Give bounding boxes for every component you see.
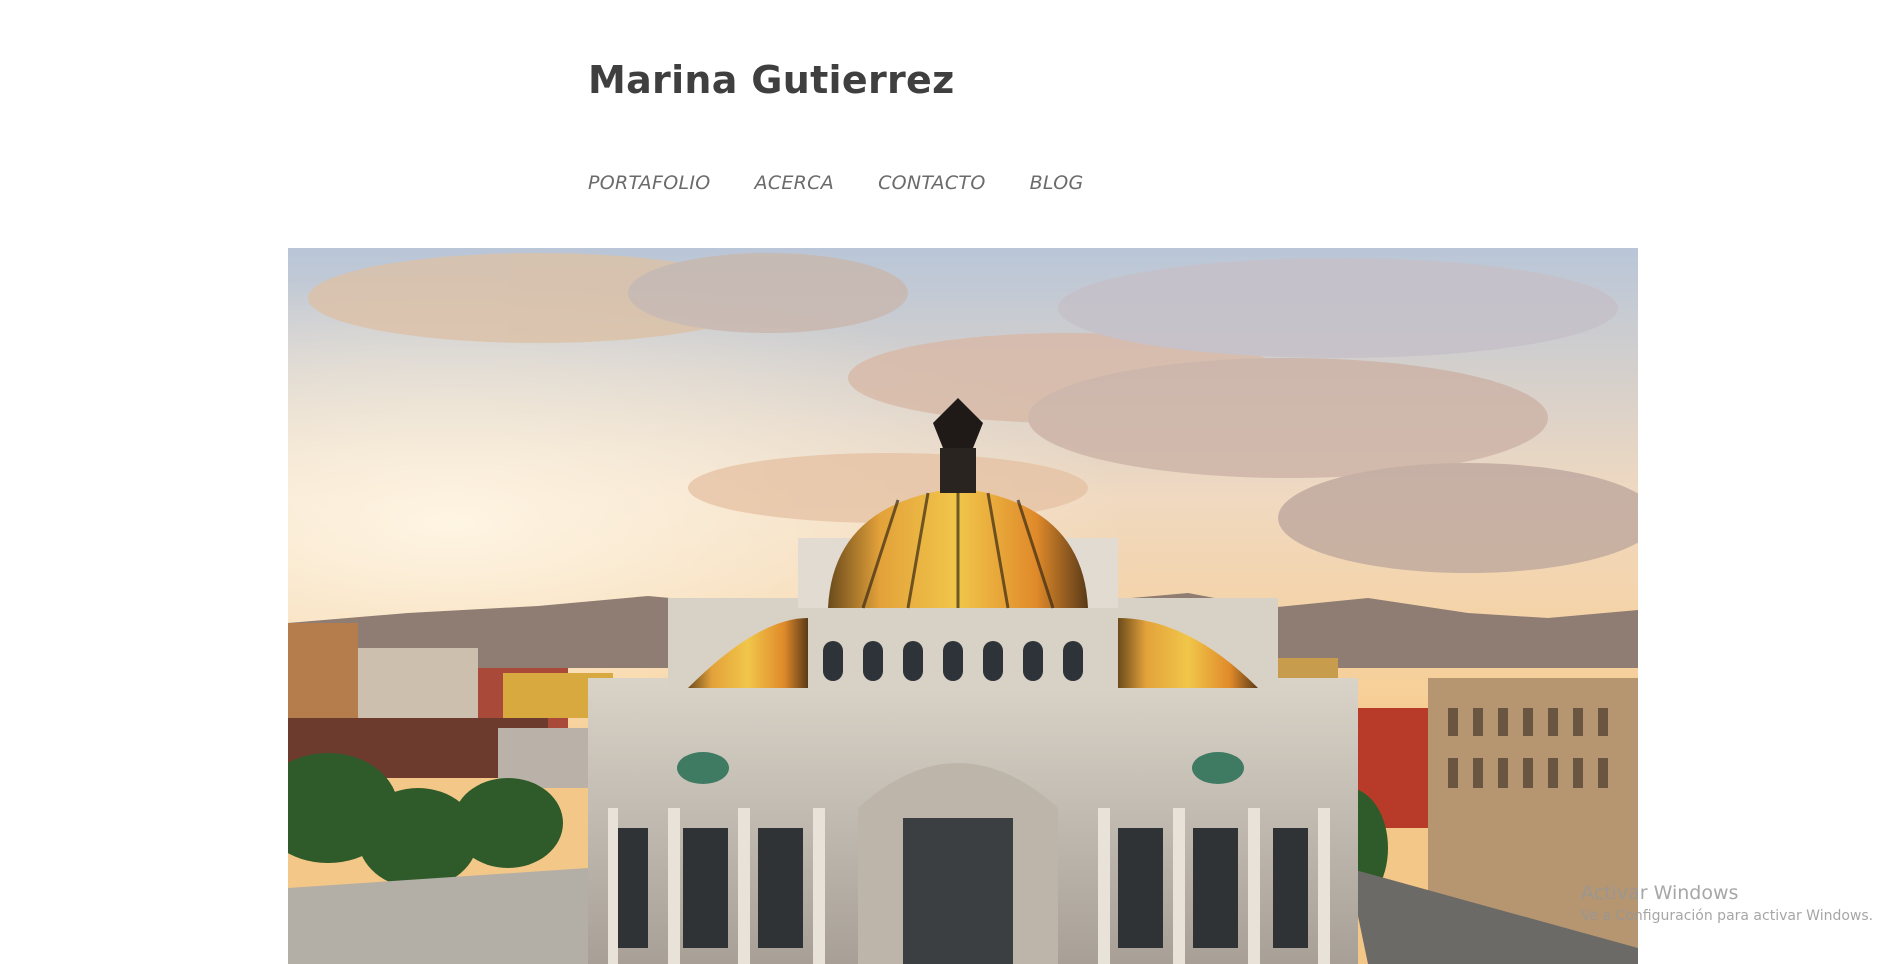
nav-item-acerca[interactable]: ACERCA [755,172,835,194]
watermark-title: Activar Windows [1581,882,1739,904]
hero-image [288,248,1638,964]
windows-activation-watermark: Activar Windows Ve a Configuración para … [1581,882,1873,924]
nav-item-blog[interactable]: BLOG [1030,172,1084,194]
nav-item-contacto[interactable]: CONTACTO [878,172,986,194]
hero-illustration [288,248,1638,964]
site-title[interactable]: Marina Gutierrez [588,58,955,102]
watermark-subtitle: Ve a Configuración para activar Windows. [1581,908,1874,924]
page: Marina Gutierrez PORTAFOLIO ACERCA CONTA… [0,0,1903,964]
main-nav: PORTAFOLIO ACERCA CONTACTO BLOG [588,172,1084,194]
nav-item-portafolio[interactable]: PORTAFOLIO [588,172,711,194]
